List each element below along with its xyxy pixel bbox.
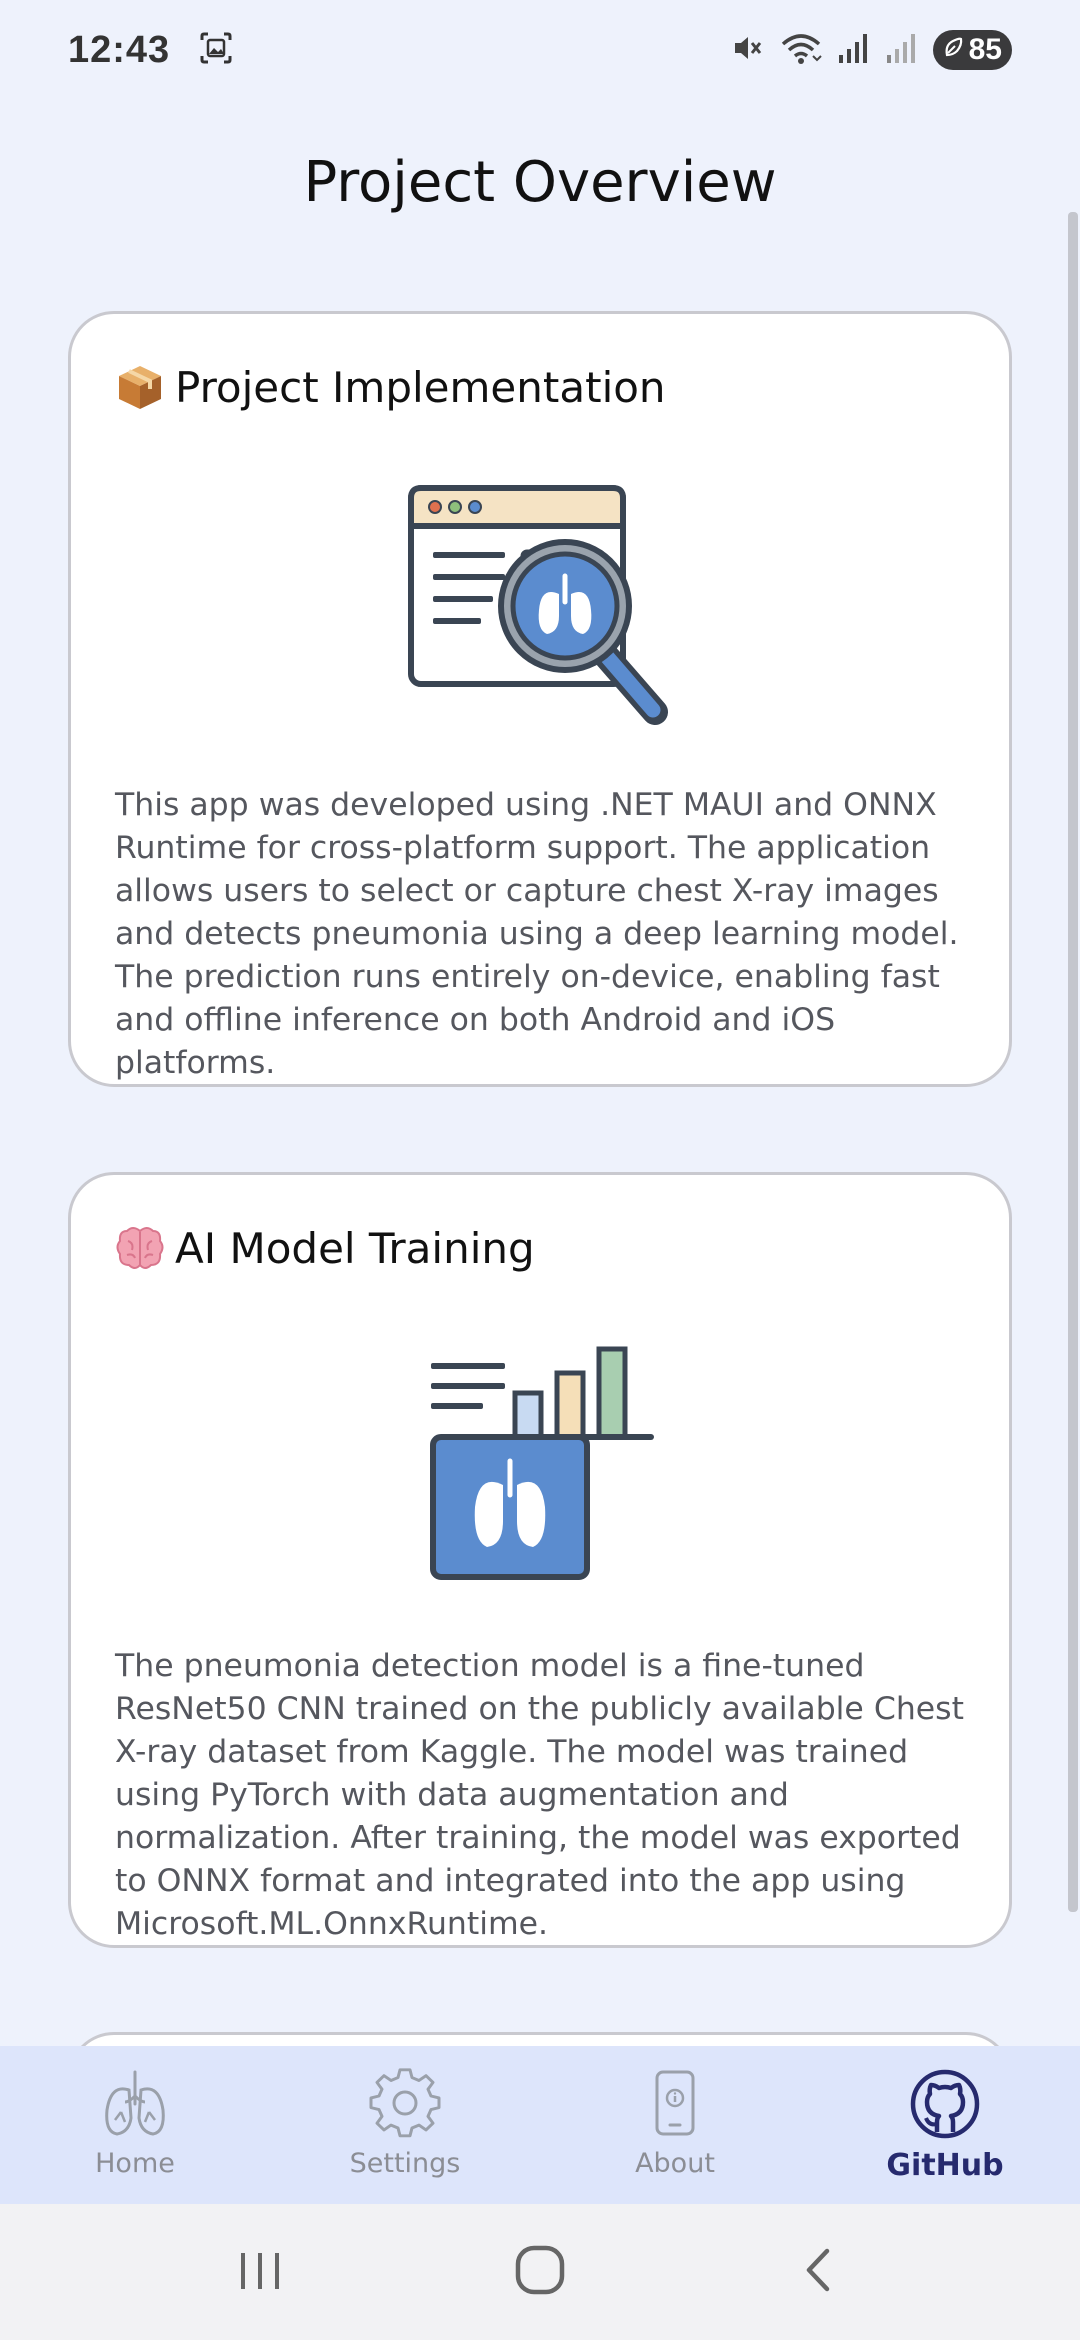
tab-label: About [635,2148,715,2179]
card-title: AI Model Training [175,1223,535,1273]
github-icon [909,2068,981,2140]
gear-icon [369,2068,441,2140]
card-body: This app was developed using .NET MAUI a… [115,787,959,1081]
home-button[interactable] [495,2227,585,2317]
screenshot-icon [196,28,236,72]
tab-label: Home [95,2148,175,2179]
tab-home[interactable]: Home [0,2046,270,2204]
scrollbar[interactable] [1068,212,1078,1912]
signal-weak-icon [885,31,919,69]
page-title: Project Overview [303,150,777,215]
recents-button[interactable] [215,2227,305,2317]
tab-settings[interactable]: Settings [270,2046,540,2204]
lung-chart-illustration [71,1345,1015,1585]
mute-icon [729,30,765,70]
next-card [68,2032,1012,2046]
status-right: 85 [729,30,1012,70]
bottom-tab-bar: Home Settings About GitHub [0,2046,1080,2204]
brain-icon [115,1223,165,1273]
tab-github[interactable]: GitHub [810,2046,1080,2204]
home-icon [512,2242,568,2302]
back-icon [795,2245,845,2299]
card-title: Project Implementation [175,362,666,412]
card-header: AI Model Training [115,1223,535,1273]
tab-about[interactable]: About [540,2046,810,2204]
status-bar: 12:43 85 [0,0,1080,100]
project-implementation-card: Project Implementation This app was deve… [68,311,1012,1087]
content-scroll-area[interactable]: Project Overview Project Implementation [0,100,1080,2046]
tab-label: Settings [349,2148,461,2179]
back-button[interactable] [775,2227,865,2317]
ai-model-training-card: AI Model Training The pneumonia detectio… [68,1172,1012,1948]
system-navigation-bar [0,2204,1080,2340]
card-header: Project Implementation [115,362,666,412]
battery-level: 85 [968,33,1002,66]
phone-info-icon [639,2068,711,2140]
tab-label: GitHub [886,2148,1004,2183]
lungs-icon [99,2068,171,2140]
battery-indicator: 85 [932,30,1012,70]
status-left: 12:43 [68,28,236,72]
signal-icon [837,31,871,69]
wifi-icon [779,30,823,70]
package-icon [115,362,165,412]
card-body: The pneumonia detection model is a fine-… [115,1648,964,1942]
battery-saver-icon [941,33,965,67]
recents-icon [235,2245,285,2299]
status-time: 12:43 [68,28,171,71]
browser-lung-magnifier-illustration [71,482,1015,752]
